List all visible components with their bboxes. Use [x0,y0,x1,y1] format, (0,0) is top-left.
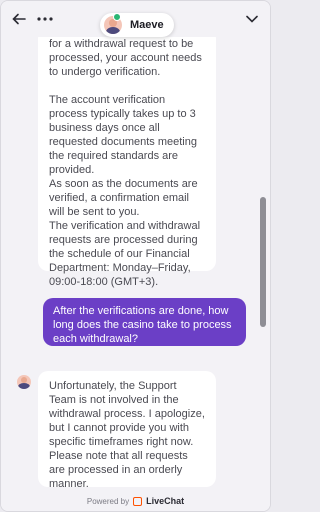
user-message-bubble: After the verifications are done, how lo… [43,298,246,346]
chat-window: for a withdrawal request to be processed… [0,0,271,512]
online-status-dot [113,13,121,21]
message-paragraph: The account verification process typical… [49,94,197,176]
powered-by-label: Powered by [86,496,130,506]
agent-avatar [17,375,31,389]
chevron-down-icon [246,15,258,23]
message-list[interactable]: for a withdrawal request to be processed… [1,37,270,493]
avatar [17,375,31,389]
more-options-button[interactable] [35,9,55,29]
minimize-button[interactable] [242,9,262,29]
agent-message-bubble: Unfortunately, the Support Team is not i… [38,371,216,490]
back-button[interactable] [9,9,29,29]
powered-by-footer[interactable]: Powered by LiveChat [1,491,270,511]
agent-info[interactable]: Maeve [100,13,174,37]
message-paragraph: for a withdrawal request to be processed… [49,38,202,78]
more-horizontal-icon [37,17,53,21]
message-text: Unfortunately, the Support Team is not i… [49,380,205,490]
agent-message-bubble: for a withdrawal request to be processed… [38,37,216,288]
arrow-left-icon [12,13,26,25]
message-paragraph: The verification and withdrawal requests… [49,220,201,288]
message-paragraph: As soon as the documents are verified, a… [49,178,198,218]
livechat-logo-icon [133,496,143,506]
scrollbar-thumb[interactable] [260,197,266,327]
brand-name: LiveChat [146,496,185,506]
message-text: After the verifications are done, how lo… [53,305,232,345]
agent-name: Maeve [130,19,164,31]
